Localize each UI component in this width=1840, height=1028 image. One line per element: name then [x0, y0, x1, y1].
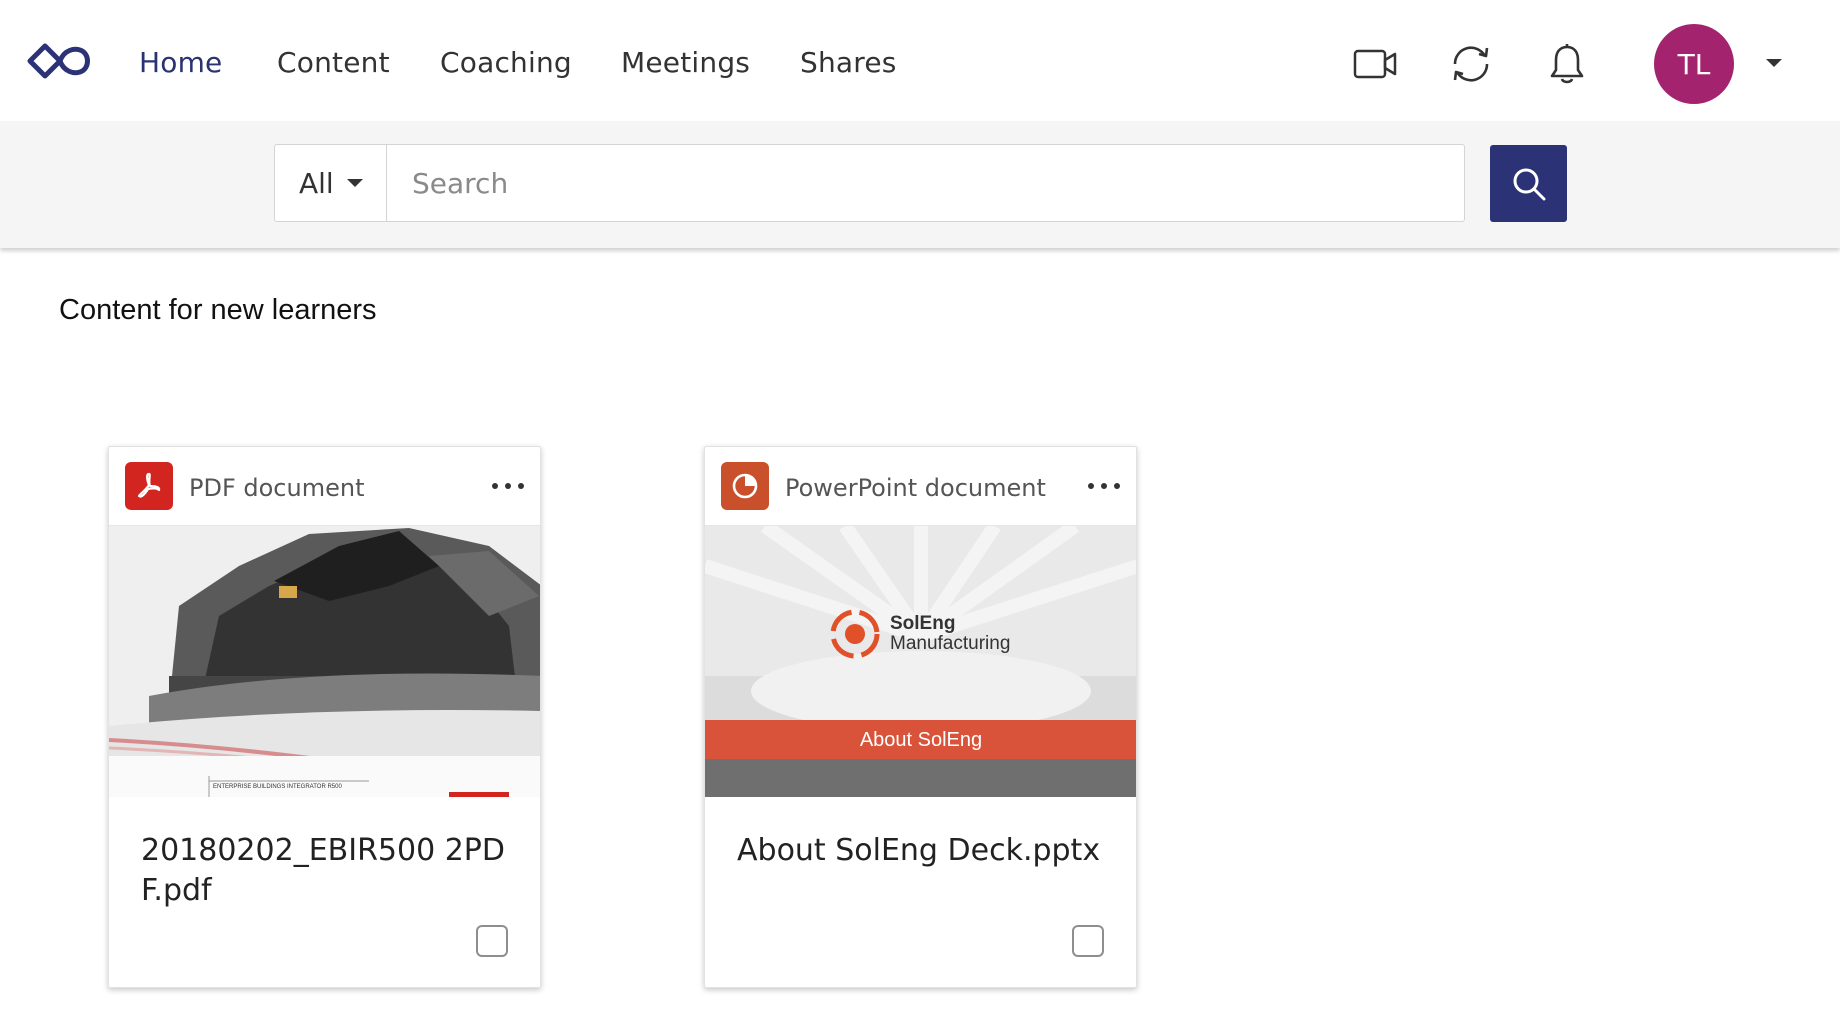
section-title: Content for new learners: [59, 294, 377, 326]
nav-content[interactable]: Content: [277, 46, 390, 79]
chevron-down-icon[interactable]: [1766, 59, 1782, 67]
search-band: All: [0, 121, 1840, 248]
powerpoint-icon: [721, 462, 769, 510]
content-card[interactable]: PDF document ENTERPRISE BUILDINGS INTEGR…: [108, 446, 541, 988]
pdf-icon: [125, 462, 173, 510]
thumbnail-brand-2: Manufacturing: [890, 633, 1010, 654]
card-thumbnail[interactable]: SolEng Manufacturing About SolEng: [705, 526, 1136, 797]
card-title[interactable]: About SolEng Deck.pptx: [737, 831, 1107, 871]
content-card[interactable]: PowerPoint document SolEng Manufacturing…: [704, 446, 1137, 988]
search-button[interactable]: [1490, 145, 1567, 222]
card-title[interactable]: 20180202_EBIR500 2PDF.pdf: [141, 831, 511, 911]
nav-coaching[interactable]: Coaching: [440, 46, 572, 79]
card-type-label: PDF document: [189, 474, 365, 502]
nav-shares[interactable]: Shares: [800, 46, 897, 79]
select-checkbox[interactable]: [476, 925, 508, 957]
bell-icon[interactable]: [1543, 40, 1591, 88]
card-thumbnail[interactable]: ENTERPRISE BUILDINGS INTEGRATOR R500: [109, 526, 540, 797]
thumbnail-caption: ENTERPRISE BUILDINGS INTEGRATOR R500: [213, 784, 342, 790]
avatar-initials: TL: [1677, 47, 1711, 81]
sync-icon[interactable]: [1447, 40, 1495, 88]
nav-home[interactable]: Home: [139, 46, 223, 79]
card-header: PowerPoint document: [705, 447, 1136, 526]
search-input[interactable]: [388, 145, 1464, 221]
more-icon[interactable]: [492, 483, 524, 489]
more-icon[interactable]: [1088, 483, 1120, 489]
thumbnail-banner: About SolEng: [860, 729, 982, 751]
card-header: PDF document: [109, 447, 540, 526]
search-scope-dropdown[interactable]: All: [275, 145, 387, 221]
avatar[interactable]: TL: [1654, 24, 1734, 104]
nav-meetings[interactable]: Meetings: [621, 46, 750, 79]
top-nav: Home Content Coaching Meetings Shares TL: [0, 0, 1840, 121]
card-type-label: PowerPoint document: [785, 474, 1046, 502]
video-icon[interactable]: [1351, 40, 1399, 88]
logo-icon[interactable]: [26, 42, 94, 80]
select-checkbox[interactable]: [1072, 925, 1104, 957]
search-icon: [1513, 168, 1545, 200]
chevron-down-icon: [347, 179, 363, 187]
search-scope-label: All: [299, 166, 334, 200]
search-box: All: [274, 144, 1465, 222]
thumbnail-brand-1: SolEng: [890, 613, 955, 634]
